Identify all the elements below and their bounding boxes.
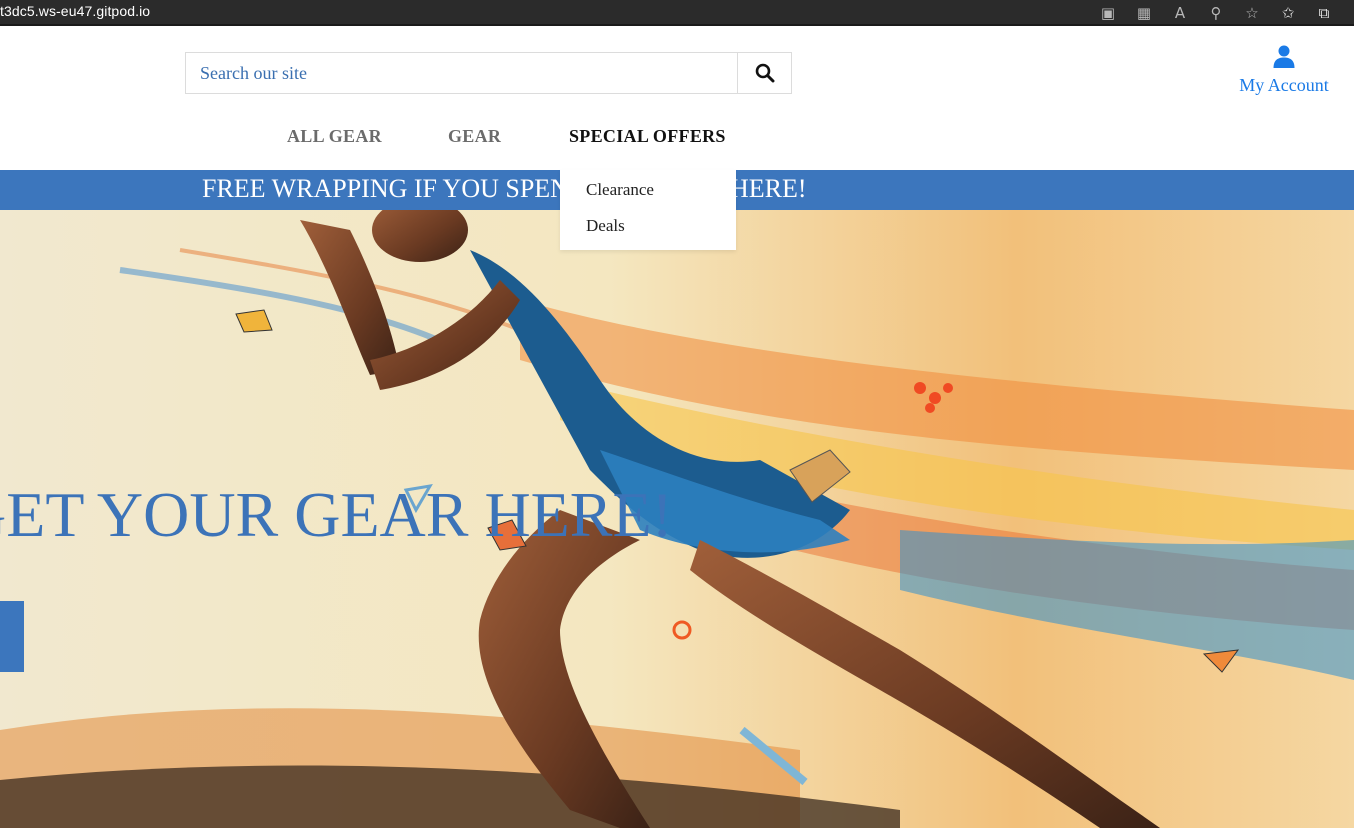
browser-toolbar-icons: ▣ ▦ A ⚲ ☆ ✩ ⧉ xyxy=(1090,2,1342,24)
favorites-icon[interactable]: ✩ xyxy=(1270,2,1306,24)
hero-cta-button[interactable] xyxy=(0,601,24,672)
search-input[interactable] xyxy=(186,53,737,93)
apps-icon[interactable]: ▦ xyxy=(1126,2,1162,24)
nav-item-all-gear[interactable]: ALL GEAR xyxy=(287,126,382,147)
user-icon xyxy=(1273,45,1295,68)
main-nav: ALL GEAR GEAR SPECIAL OFFERS xyxy=(0,126,1354,156)
site-header: My Account ALL GEAR GEAR SPECIAL OFFERS xyxy=(0,28,1354,170)
zoom-icon[interactable]: ⚲ xyxy=(1198,2,1234,24)
special-offers-dropdown: Clearance Deals xyxy=(560,170,736,250)
nav-item-gear[interactable]: GEAR xyxy=(448,126,501,147)
read-aloud-icon[interactable]: A xyxy=(1162,2,1198,24)
my-account-label: My Account xyxy=(1239,75,1329,95)
device-icon[interactable]: ▣ xyxy=(1090,2,1126,24)
add-favorite-icon[interactable]: ☆ xyxy=(1234,2,1270,24)
address-bar-url[interactable]: t3dc5.ws-eu47.gitpod.io xyxy=(0,3,150,19)
search-button[interactable] xyxy=(737,53,791,93)
hero-heading: GET YOUR GEAR HERE! xyxy=(0,479,673,550)
search-icon xyxy=(755,63,774,83)
my-account-link[interactable]: My Account xyxy=(1232,44,1336,96)
collections-icon[interactable]: ⧉ xyxy=(1306,2,1342,24)
browser-toolbar: t3dc5.ws-eu47.gitpod.io ▣ ▦ A ⚲ ☆ ✩ ⧉ xyxy=(0,0,1354,26)
dropdown-item-deals[interactable]: Deals xyxy=(586,216,625,236)
hero-section: GET YOUR GEAR HERE! xyxy=(0,210,1354,828)
search-form xyxy=(185,52,792,94)
dropdown-item-clearance[interactable]: Clearance xyxy=(586,180,654,200)
nav-item-special-offers[interactable]: SPECIAL OFFERS xyxy=(569,126,726,147)
